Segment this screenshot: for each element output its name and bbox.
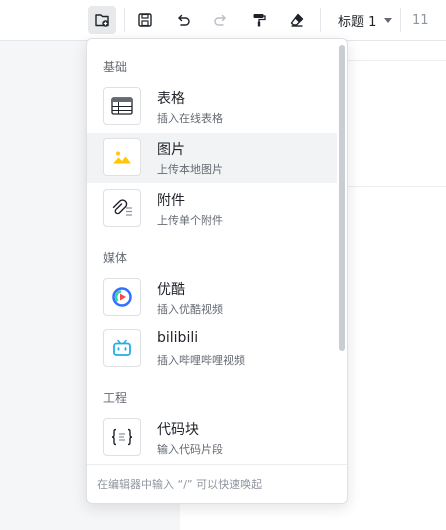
menu-item-desc: 插入优酷视频 — [157, 303, 223, 316]
insert-menu: 基础 表格 插入在线表格 图片 上传本地图片 附件 上传单个附件 媒体 优酷 插… — [86, 38, 348, 504]
menu-item-desc: 插入哔哩哔哩视频 — [157, 354, 245, 367]
save-icon — [138, 13, 152, 27]
section-title-engineering: 工程 — [103, 391, 128, 405]
menu-item-icon — [103, 329, 141, 367]
menu-item-title: bilibili — [157, 330, 199, 346]
toolbar-separator — [320, 8, 321, 32]
undo-icon — [178, 14, 190, 26]
image-icon — [113, 151, 131, 164]
insert-block-icon — [95, 14, 109, 27]
menu-item-title: 优酷 — [157, 282, 185, 298]
menu-item-title: 附件 — [157, 193, 185, 209]
save-button[interactable] — [131, 6, 159, 34]
code-block-icon — [111, 428, 133, 446]
menu-item-table[interactable]: 表格 插入在线表格 — [87, 82, 337, 132]
menu-item-code-block[interactable]: 代码块 输入代码片段 — [87, 413, 337, 463]
font-size-label: 11 — [412, 12, 429, 28]
heading-style-label: 标题 1 — [338, 14, 377, 30]
menu-item-attachment[interactable]: 附件 上传单个附件 — [87, 184, 337, 234]
format-painter-icon — [253, 14, 266, 27]
menu-item-image[interactable]: 图片 上传本地图片 — [87, 133, 337, 183]
table-icon — [111, 97, 133, 115]
menu-item-desc: 输入代码片段 — [157, 443, 223, 456]
youku-icon — [112, 287, 132, 307]
undo-button[interactable] — [169, 6, 197, 34]
toolbar-separator — [124, 8, 125, 32]
menu-item-icon — [103, 87, 141, 125]
redo-button[interactable] — [207, 6, 235, 34]
format-painter-button[interactable] — [245, 6, 273, 34]
menu-item-youku[interactable]: 优酷 插入优酷视频 — [87, 273, 337, 323]
bilibili-icon — [113, 339, 131, 356]
editor-toolbar: 标题 1 11 — [0, 0, 446, 41]
menu-item-title: 表格 — [157, 91, 185, 107]
heading-style-select[interactable]: 标题 1 — [338, 8, 393, 32]
font-size-select[interactable]: 11 — [412, 8, 429, 32]
menu-scrollbar[interactable] — [339, 45, 345, 351]
menu-item-icon — [103, 189, 141, 227]
footer-divider — [87, 464, 347, 465]
attachment-icon — [112, 199, 132, 216]
menu-item-bilibili[interactable]: bilibili 插入哔哩哔哩视频 — [87, 324, 337, 374]
menu-item-icon — [103, 418, 141, 456]
section-title-media: 媒体 — [103, 251, 128, 265]
slash-command-hint: 在编辑器中输入 “/” 可以快速唤起 — [97, 478, 263, 491]
menu-item-icon — [103, 278, 141, 316]
insert-block-button[interactable] — [88, 6, 116, 34]
menu-item-title: 图片 — [157, 142, 185, 158]
redo-icon — [214, 14, 226, 26]
menu-item-desc: 上传本地图片 — [157, 163, 223, 176]
eraser-icon — [290, 13, 304, 27]
menu-item-icon — [103, 138, 141, 176]
menu-item-desc: 插入在线表格 — [157, 112, 223, 125]
clear-format-button[interactable] — [283, 6, 311, 34]
menu-item-desc: 上传单个附件 — [157, 214, 223, 227]
chevron-down-icon — [384, 17, 393, 23]
toolbar-separator — [400, 8, 401, 32]
section-title-basic: 基础 — [103, 60, 128, 74]
menu-item-title: 代码块 — [157, 422, 199, 438]
